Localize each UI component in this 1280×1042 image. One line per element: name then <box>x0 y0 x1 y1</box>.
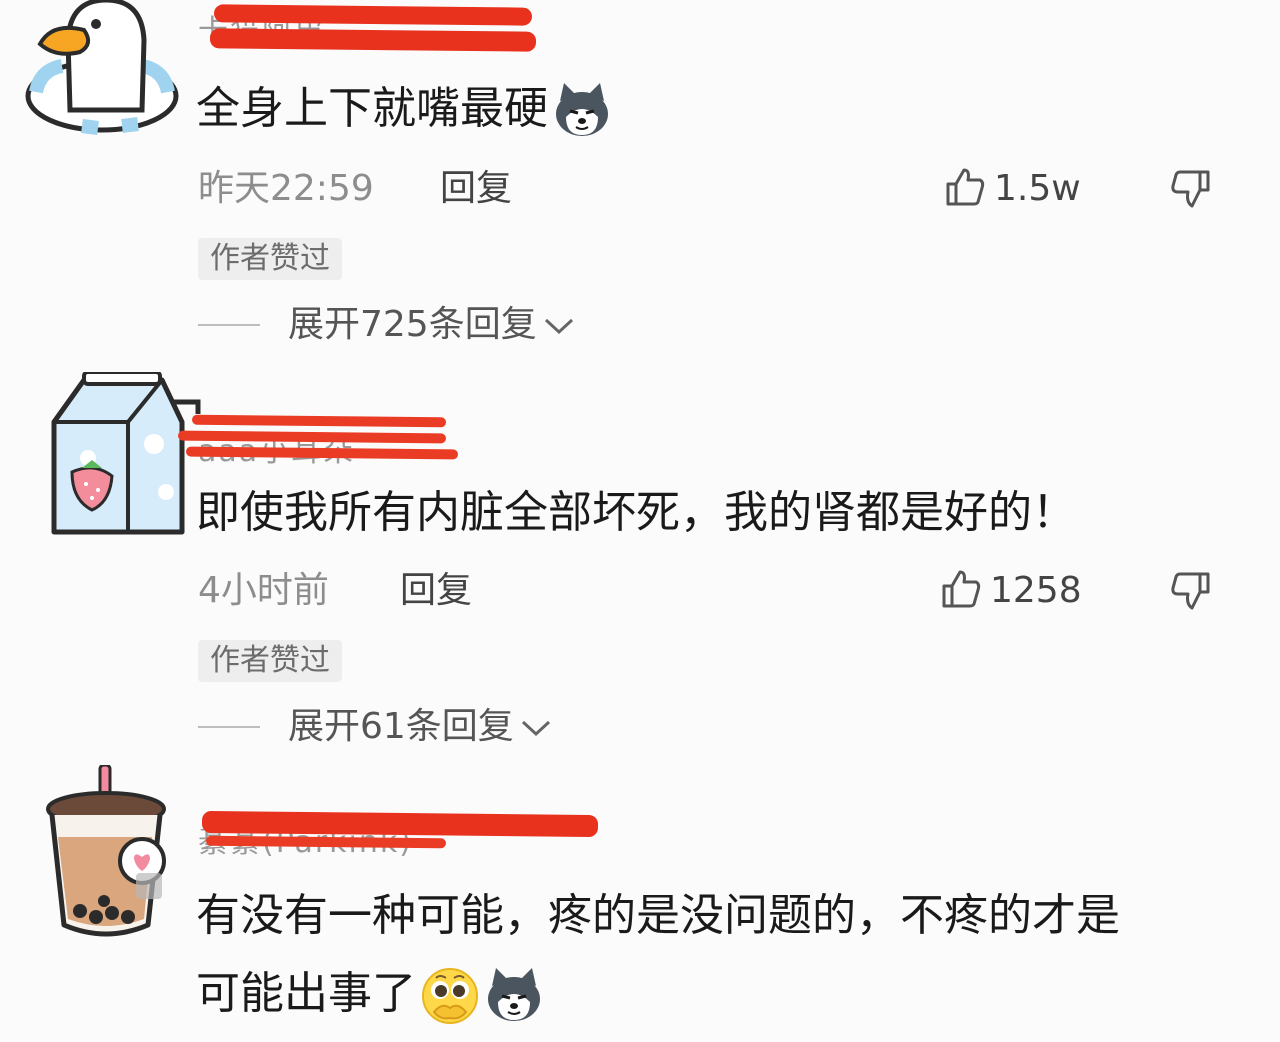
comment-text-line: 有没有一种可能，疼的是没问题的，不疼的才是 <box>196 890 1120 941</box>
divider <box>198 324 260 326</box>
husky-emoji-icon <box>484 966 544 1026</box>
divider <box>198 726 260 728</box>
comment-meta: 昨天22:59 回复 1.5w <box>198 164 1228 214</box>
comment-text: 可能出事了 <box>196 955 544 1033</box>
expand-replies-label: 展开61条回复 <box>288 706 514 747</box>
like-button[interactable]: 1.5w <box>944 164 1081 214</box>
bubble-tea-avatar-icon[interactable] <box>44 765 172 943</box>
like-count: 1258 <box>990 570 1082 611</box>
comment-meta: 4小时前 回复 1258 <box>198 566 1228 616</box>
like-button[interactable]: 1258 <box>940 566 1082 616</box>
chevron-down-icon <box>543 315 575 341</box>
expand-replies-label: 展开725条回复 <box>288 304 537 345</box>
pleading-face-emoji-icon <box>420 966 480 1026</box>
chevron-down-icon <box>520 717 552 743</box>
comment-text: 即使我所有内脏全部坏死，我的肾都是好的！ <box>196 487 1076 538</box>
reply-button[interactable]: 回复 <box>400 566 472 616</box>
username-redaction <box>213 4 533 26</box>
like-count: 1.5w <box>994 168 1081 209</box>
reply-button[interactable]: 回复 <box>440 164 512 214</box>
comment-text-line: 可能出事了 <box>196 968 416 1019</box>
comment-list: 卡猫阿皮 全身上下就嘴最硬 昨天22:59 回复 <box>0 0 1280 1042</box>
milk-carton-avatar-icon[interactable] <box>48 372 208 544</box>
thumbs-down-icon[interactable] <box>1170 570 1212 616</box>
thumbs-down-icon[interactable] <box>1170 168 1212 214</box>
comment-text: 有没有一种可能，疼的是没问题的，不疼的才是 <box>196 877 1120 955</box>
comment-item: 綦綦(Parkink) 有没有一种可能，疼的是没问题的，不疼的才是 可能出事了 <box>0 765 1280 1042</box>
husky-emoji-icon <box>552 81 612 141</box>
duck-avatar-icon[interactable] <box>22 0 182 136</box>
thumbs-up-icon <box>944 166 986 212</box>
expand-replies-button[interactable]: 展开61条回复 <box>198 702 552 752</box>
comment-time: 昨天22:59 <box>198 168 374 209</box>
author-liked-badge: 作者赞过 <box>198 238 342 280</box>
username-redaction <box>201 810 599 838</box>
expand-replies-button[interactable]: 展开725条回复 <box>198 300 575 350</box>
thumbs-up-icon <box>940 568 982 614</box>
comment-text: 全身上下就嘴最硬 <box>196 70 612 148</box>
username-redaction <box>209 28 537 52</box>
comment-time: 4小时前 <box>198 570 329 611</box>
author-liked-badge: 作者赞过 <box>198 640 342 682</box>
comment-item: aaa小耳朵 即使我所有内脏全部坏死，我的肾都是好的！ 4小时前 回复 1258 <box>0 370 1280 760</box>
comment-item: 卡猫阿皮 全身上下就嘴最硬 昨天22:59 回复 <box>0 0 1280 360</box>
